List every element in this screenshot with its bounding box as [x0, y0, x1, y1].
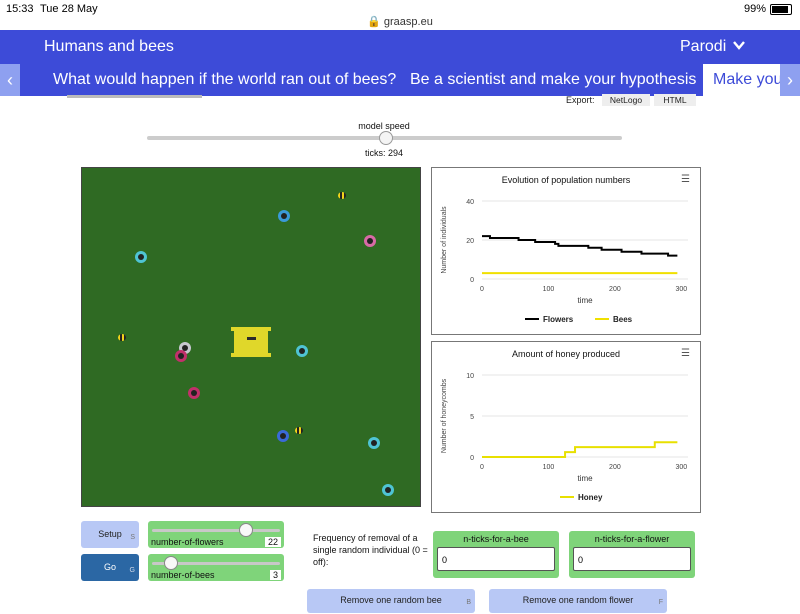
flower	[277, 430, 289, 442]
number-of-bees-slider[interactable]: number-of-bees 3	[148, 554, 284, 581]
y-tick-label: 0	[470, 277, 474, 284]
flower	[382, 484, 394, 496]
slider-track[interactable]	[152, 529, 280, 532]
chevron-right-icon[interactable]: ›	[780, 64, 800, 96]
input-label: n-ticks-for-a-bee	[463, 534, 529, 544]
flower	[364, 235, 376, 247]
bee	[338, 192, 346, 199]
honey-chart-panel: Amount of honey produced ☰ 0 5 10 0 100 200 30…	[431, 341, 701, 513]
export-html-button[interactable]: HTML	[654, 94, 696, 106]
setup-shortcut: S	[130, 534, 135, 541]
button-shortcut: F	[658, 599, 663, 606]
setup-button-label: Setup	[98, 529, 122, 539]
x-tick-label: 100	[543, 464, 555, 471]
tab-bar: ‹ What would happen if the world ran out…	[0, 64, 800, 96]
series-line-flowers	[482, 235, 678, 257]
n-ticks-for-a-flower-box: n-ticks-for-a-flower 0	[569, 531, 695, 578]
number-of-flowers-slider[interactable]: number-of-flowers 22	[148, 521, 284, 548]
y-tick-label: 10	[466, 373, 474, 380]
x-tick-label: 300	[676, 286, 688, 293]
slider-value: 22	[264, 537, 281, 547]
x-axis-label: time	[577, 296, 593, 305]
y-tick-label: 20	[466, 238, 474, 245]
world-view[interactable]	[81, 167, 421, 507]
x-tick-label: 0	[480, 286, 484, 293]
population-chart: 0 20 40 0 100 200 300 time Number of individuals…	[441, 199, 688, 324]
button-label: Remove one random flower	[522, 595, 634, 605]
y-tick-label: 5	[470, 414, 474, 421]
remove-random-bee-button[interactable]: Remove one random bee B	[307, 589, 475, 613]
flower	[175, 350, 187, 362]
hidden-toolbar-fragment	[67, 95, 202, 98]
y-tick-label: 40	[466, 199, 474, 206]
slider-label: number-of-flowers	[151, 537, 224, 547]
tab-be-a-scientist[interactable]: Be a scientist and make your hypothesis	[410, 71, 696, 89]
button-label: Remove one random bee	[340, 595, 442, 605]
slider-value: 3	[269, 570, 281, 580]
export-label: Export:	[566, 95, 595, 105]
app-header: Humans and bees Parodi	[0, 30, 800, 64]
url-bar[interactable]: 🔒 graasp.eu	[0, 15, 800, 28]
flower	[135, 251, 147, 263]
n-ticks-for-a-bee-box: n-ticks-for-a-bee 0	[433, 531, 559, 578]
space-title[interactable]: Humans and bees	[44, 38, 174, 56]
flower	[368, 437, 380, 449]
x-tick-label: 200	[609, 286, 621, 293]
status-bar: 15:33 Tue 28 May 🔒 graasp.eu 99%	[0, 0, 800, 30]
x-tick-label: 300	[676, 464, 688, 471]
slider-handle[interactable]	[163, 556, 178, 570]
bee	[295, 427, 303, 434]
y-axis-label: Number of honeycombs	[441, 378, 448, 453]
export-netlogo-button[interactable]: NetLogo	[602, 94, 650, 106]
slider-handle[interactable]	[239, 523, 253, 537]
status-time: 15:33	[6, 3, 34, 15]
flower	[278, 210, 290, 222]
status-date: Tue 28 May	[40, 3, 98, 15]
y-axis-label: Number of individuals	[441, 206, 448, 274]
go-button-label: Go	[103, 562, 116, 572]
ticks-counter: ticks: 294	[364, 148, 404, 158]
model-speed-label: model speed	[358, 121, 410, 131]
chevron-down-icon[interactable]	[732, 38, 746, 55]
slider-label: number-of-bees	[151, 570, 215, 580]
legend-label: Bees	[613, 315, 633, 324]
population-chart-panel: Evolution of population numbers ☰ 0 20 40 0…	[431, 167, 701, 335]
go-button[interactable]: Go G	[81, 554, 139, 581]
y-tick-label: 0	[470, 455, 474, 462]
legend-label: Flowers	[543, 315, 574, 324]
flower	[188, 387, 200, 399]
remove-random-flower-button[interactable]: Remove one random flower F	[489, 589, 667, 613]
x-axis-label: time	[577, 474, 593, 483]
battery-icon	[770, 4, 792, 15]
x-tick-label: 0	[480, 464, 484, 471]
button-shortcut: B	[466, 599, 471, 606]
url-text: graasp.eu	[383, 16, 433, 28]
frequency-label: Frequency of removal of a single random …	[313, 533, 428, 567]
series-line-honey	[482, 441, 678, 458]
model-speed-handle[interactable]	[378, 131, 393, 145]
go-shortcut: G	[129, 567, 135, 574]
n-ticks-for-a-flower-input[interactable]: 0	[573, 547, 691, 571]
setup-button[interactable]: Setup S	[81, 521, 139, 548]
tab-make-your[interactable]: Make you	[703, 64, 793, 96]
chevron-left-icon[interactable]: ‹	[0, 64, 20, 96]
x-tick-label: 200	[609, 464, 621, 471]
user-menu[interactable]: Parodi	[680, 38, 726, 56]
beehive	[231, 327, 271, 357]
tab-what-would-happen[interactable]: What would happen if the world ran out o…	[53, 71, 396, 89]
n-ticks-for-a-bee-input[interactable]: 0	[437, 547, 555, 571]
input-label: n-ticks-for-a-flower	[594, 534, 670, 544]
battery-percent: 99%	[743, 3, 766, 15]
flower	[296, 345, 308, 357]
honey-chart: 05100 100 200 300timeNumber of honeycombsHo…	[441, 373, 688, 502]
bee	[118, 334, 126, 341]
x-tick-label: 100	[543, 286, 555, 293]
legend-label: Honey	[578, 493, 603, 502]
